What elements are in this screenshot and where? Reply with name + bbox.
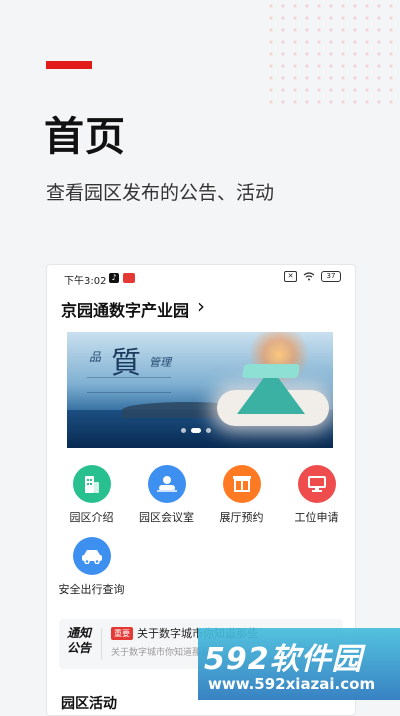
service-park-intro[interactable]: 园区介绍 <box>53 461 130 525</box>
notice-tag: 通知 公告 <box>67 626 91 656</box>
carousel-indicator <box>181 428 211 433</box>
watermark-brand: 592软件园 <box>204 642 363 677</box>
service-icon-circle <box>72 465 111 503</box>
carousel-dot[interactable] <box>181 428 186 433</box>
notice-divider <box>101 628 102 660</box>
notice-tag-line2: 公告 <box>67 641 92 655</box>
car-icon <box>81 550 102 564</box>
title-accent-bar <box>46 61 92 69</box>
service-meeting-room[interactable]: 园区会议室 <box>128 461 205 525</box>
page-title: 首页 <box>44 114 126 160</box>
notice-tag-line1: 通知 <box>67 626 92 640</box>
service-icon-circle <box>222 465 261 503</box>
sim-off-icon: ✕ <box>284 271 297 282</box>
chevron-right-icon[interactable]: › <box>197 294 205 318</box>
page-subtitle: 查看园区发布的公告、活动 <box>46 182 275 204</box>
meeting-room-icon <box>156 476 177 492</box>
service-label: 园区会议室 <box>139 511 194 524</box>
wifi-icon <box>303 272 315 281</box>
important-badge: 重要 <box>111 627 133 640</box>
section-activity-title: 园区活动 <box>61 696 117 712</box>
battery-icon: 37 <box>321 271 341 282</box>
service-travel-safety[interactable]: 安全出行查询 <box>53 533 130 597</box>
service-label: 安全出行查询 <box>58 583 125 596</box>
banner-char-small: 品 <box>89 350 102 364</box>
status-time: 下午3:02 <box>64 276 107 287</box>
status-bar: 下午3:02 ♪ ✕ 37 <box>47 265 355 289</box>
status-icons: ✕ 37 <box>284 271 341 282</box>
service-icon-circle <box>147 465 186 503</box>
watermark-url: www.592xiazai.com <box>208 675 376 693</box>
service-hall-booking[interactable]: 展厅预约 <box>203 461 280 525</box>
banner-carousel[interactable]: 品 質 管理 <box>67 332 333 448</box>
service-icon-circle <box>297 465 336 503</box>
workstation-icon <box>307 476 326 492</box>
decorative-dot-pattern <box>265 0 400 110</box>
service-label: 园区介绍 <box>69 511 114 524</box>
notification-icon <box>123 273 135 283</box>
service-label: 展厅预约 <box>219 511 264 524</box>
banner-char-right: 管理 <box>149 356 171 369</box>
park-name-selector[interactable]: 京园通数字产业园 <box>61 297 189 321</box>
notice-subline: 关于数字城市你知道那些 <box>111 648 211 658</box>
watermark-logo: 592软件园 www.592xiazai.com <box>198 628 400 700</box>
building-icon <box>84 476 99 493</box>
banner-char-main: 質 <box>111 346 141 381</box>
tiktok-icon: ♪ <box>109 273 119 283</box>
hall-icon <box>232 476 251 492</box>
banner-gem-top <box>241 364 301 378</box>
carousel-dot[interactable] <box>206 428 211 433</box>
service-workstation-apply[interactable]: 工位申请 <box>278 461 355 525</box>
service-label: 工位申请 <box>294 511 339 524</box>
service-icon-circle <box>72 537 111 575</box>
banner-copy-lines <box>87 377 171 393</box>
carousel-dot-active[interactable] <box>191 428 201 433</box>
